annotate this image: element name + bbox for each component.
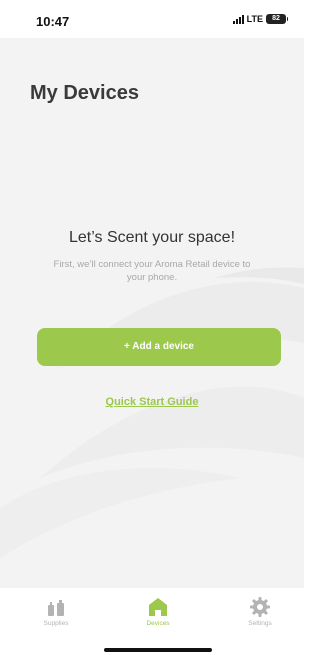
- status-bar: 10:47 LTE 82: [0, 0, 304, 38]
- devices-screen: 10:47 LTE 82 My Devices Let’s Scent your…: [0, 0, 304, 655]
- tab-devices[interactable]: Devices: [128, 596, 188, 627]
- home-icon: [149, 598, 167, 616]
- gear-icon: [250, 597, 270, 617]
- add-device-button[interactable]: + Add a device: [37, 328, 281, 366]
- quick-start-guide-link[interactable]: Quick Start Guide: [0, 396, 304, 408]
- tab-bar: Supplies Devices Settings: [0, 588, 304, 655]
- network-label: LTE: [246, 14, 263, 24]
- status-time: 10:47: [36, 14, 70, 29]
- empty-state-subtext: First, we’ll connect your Aroma Retail d…: [53, 259, 251, 283]
- empty-state-heading: Let’s Scent your space!: [68, 229, 236, 246]
- tab-settings-label: Settings: [248, 620, 272, 627]
- battery-icon: 82: [266, 14, 288, 24]
- supplies-icon: [48, 600, 64, 616]
- feather-watermark: [0, 267, 304, 558]
- tab-supplies[interactable]: Supplies: [26, 596, 86, 627]
- main-content: My Devices Let’s Scent your space! First…: [0, 38, 304, 588]
- tab-settings[interactable]: Settings: [230, 596, 290, 627]
- home-indicator: [104, 648, 212, 652]
- tab-devices-label: Devices: [146, 620, 170, 627]
- signal-icon: [232, 14, 244, 24]
- tab-supplies-label: Supplies: [43, 620, 69, 627]
- page-title: My Devices: [30, 82, 139, 104]
- status-indicators: LTE 82: [232, 14, 288, 24]
